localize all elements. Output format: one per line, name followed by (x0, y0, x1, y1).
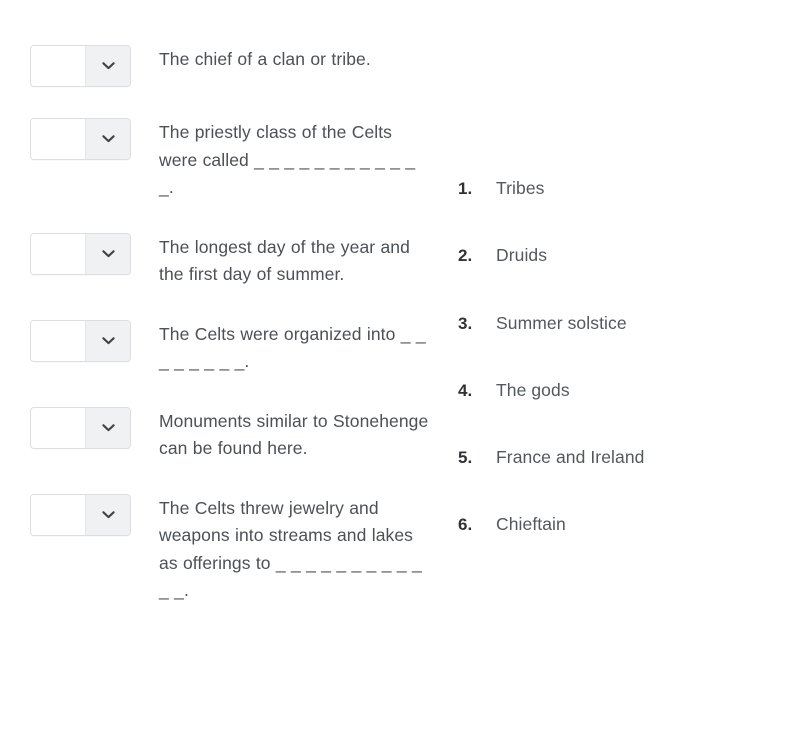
answer-option-4-number: 4. (458, 380, 473, 400)
matching-exercise: The chief of a clan or tribe. The priest… (0, 0, 800, 743)
question-row: The chief of a clan or tribe. (30, 45, 440, 87)
answer-select-3[interactable] (30, 232, 131, 275)
answer-option-2-label: Druids (496, 245, 548, 266)
question-prompt-4: The Celts were organized into _ _ _ _ _ … (159, 323, 426, 372)
question-row: Monuments similar to Stonehenge can be f… (30, 406, 440, 463)
answer-bank: 1. Tribes 2. Druids 3. Summer solstice 4… (458, 178, 788, 584)
answer-select-1[interactable] (30, 45, 131, 87)
answer-option-4: 4. The gods (458, 379, 788, 449)
answer-select-4-arrow[interactable] (85, 320, 130, 361)
question-prompt-2: The priestly class of the Celts were cal… (159, 122, 416, 197)
answer-select-3-arrow[interactable] (85, 233, 130, 274)
answer-select-3-value (31, 233, 85, 274)
question-prompt-1: The chief of a clan or tribe. (159, 49, 371, 69)
answer-option-1-label: Tribes (496, 178, 545, 198)
question-prompt-5: Monuments similar to Stonehenge can be f… (159, 410, 429, 459)
question-row: The Celts threw jewelry and weapons into… (30, 493, 440, 605)
answer-option-1: 1. Tribes (458, 178, 788, 247)
answer-select-6[interactable] (30, 493, 131, 536)
answer-select-4-value (31, 320, 85, 361)
answer-select-1-value (31, 46, 85, 86)
answer-option-3-label: Summer solstice (496, 312, 627, 333)
answer-option-1-number: 1. (458, 179, 473, 198)
answer-select-6-arrow[interactable] (85, 494, 130, 535)
answer-select-5[interactable] (30, 406, 131, 449)
chevron-down-icon (101, 249, 115, 258)
answer-select-1-arrow[interactable] (85, 46, 130, 86)
question-row: The priestly class of the Celts were cal… (30, 118, 440, 202)
answer-option-4-label: The gods (496, 379, 570, 400)
answer-select-5-arrow[interactable] (85, 407, 130, 448)
answer-option-6-number: 6. (458, 515, 473, 535)
chevron-down-icon (101, 62, 115, 70)
answer-option-3-number: 3. (458, 313, 473, 333)
chevron-down-icon (101, 135, 115, 143)
chevron-down-icon (101, 336, 115, 345)
question-row: The Celts were organized into _ _ _ _ _ … (30, 319, 440, 376)
answer-option-2: 2. Druids (458, 247, 788, 314)
answer-option-5-number: 5. (458, 448, 473, 468)
answer-select-2-arrow[interactable] (85, 119, 130, 159)
answer-option-6: 6. Chieftain (458, 516, 788, 583)
answer-option-5: 5. France and Ireland (458, 449, 788, 516)
answer-select-2[interactable] (30, 118, 131, 160)
chevron-down-icon (101, 423, 115, 432)
answer-option-5-label: France and Ireland (496, 447, 645, 468)
answer-option-2-number: 2. (458, 246, 473, 266)
answer-select-5-value (31, 407, 85, 448)
question-row: The longest day of the year and the firs… (30, 232, 440, 289)
answer-select-6-value (31, 494, 85, 535)
answer-option-3: 3. Summer solstice (458, 312, 788, 382)
chevron-down-icon (101, 510, 115, 519)
answer-select-4[interactable] (30, 319, 131, 362)
answer-select-2-value (31, 119, 85, 159)
question-prompt-3: The longest day of the year and the firs… (159, 236, 410, 285)
answer-option-6-label: Chieftain (496, 514, 566, 535)
question-list: The chief of a clan or tribe. The priest… (30, 45, 440, 636)
question-prompt-6: The Celts threw jewelry and weapons into… (159, 497, 422, 601)
